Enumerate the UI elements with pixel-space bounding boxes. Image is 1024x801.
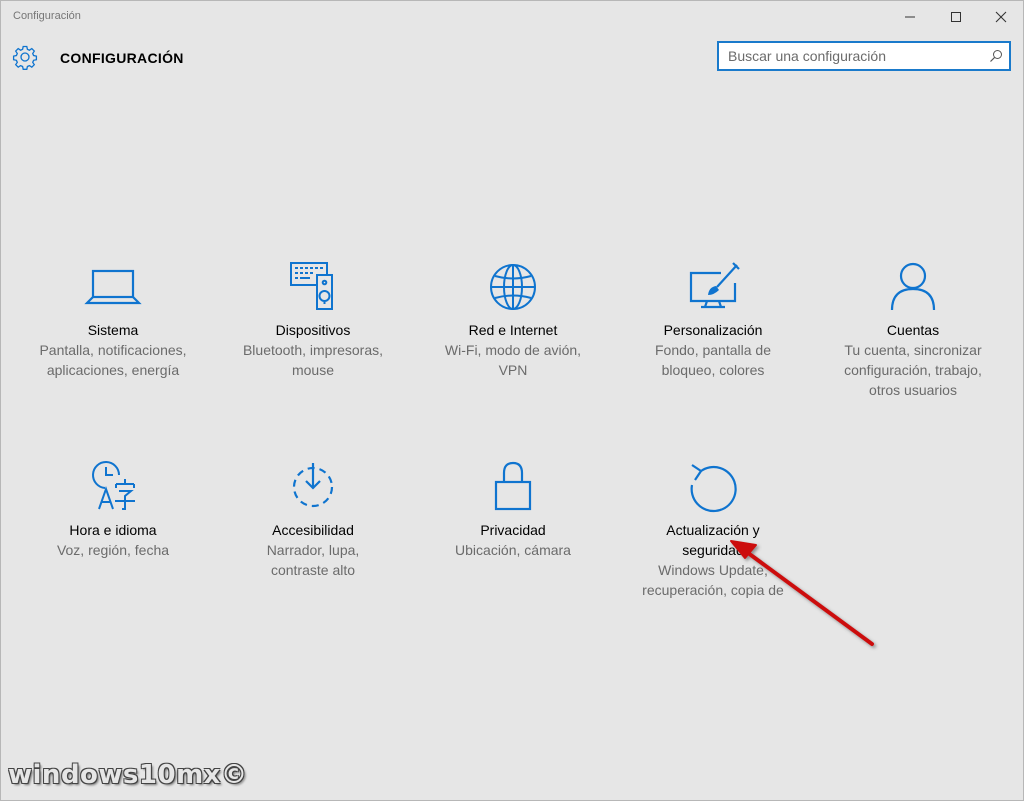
tile-desc-line: Fondo, pantalla de bbox=[655, 342, 771, 358]
tile-sistema[interactable]: Sistema Pantalla, notificaciones, aplica… bbox=[13, 257, 213, 380]
update-icon bbox=[690, 464, 737, 513]
tile-desc-line: Bluetooth, impresoras, bbox=[242, 342, 384, 358]
close-button[interactable] bbox=[978, 1, 1024, 33]
tile-name: Cuentas bbox=[886, 322, 940, 338]
tile-red-internet[interactable]: Red e Internet Wi-Fi, modo de avión, VPN bbox=[413, 257, 613, 380]
tile-privacidad[interactable]: Privacidad Ubicación, cámara bbox=[413, 457, 613, 560]
settings-window: Configuración CONFIGURACIÓN Buscar una c… bbox=[0, 0, 1024, 801]
tile-desc-line: contraste alto bbox=[270, 562, 356, 578]
tile-desc-line: Tu cuenta, sincronizar bbox=[844, 342, 982, 358]
minimize-icon bbox=[905, 16, 915, 18]
tile-hora-idioma[interactable]: Hora e idioma Voz, región, fecha bbox=[13, 457, 213, 560]
tile-desc-line: Windows Update, bbox=[658, 562, 768, 578]
tile-name: Red e Internet bbox=[468, 322, 558, 338]
title-bar[interactable]: Configuración bbox=[1, 1, 1023, 33]
tile-desc-line: Ubicación, cámara bbox=[455, 542, 571, 558]
lock-icon bbox=[494, 461, 532, 511]
tile-desc-line: otros usuarios bbox=[869, 382, 957, 398]
maximize-icon bbox=[951, 12, 961, 22]
gear-icon bbox=[12, 45, 38, 70]
laptop-icon bbox=[84, 269, 142, 305]
tile-name: Privacidad bbox=[480, 522, 546, 538]
person-icon bbox=[890, 262, 936, 311]
tile-desc-line: VPN bbox=[498, 362, 528, 378]
tile-name: Dispositivos bbox=[275, 322, 351, 338]
maximize-button[interactable] bbox=[933, 1, 979, 33]
devices-icon bbox=[290, 262, 333, 310]
tile-cuentas[interactable]: Cuentas Tu cuenta, sincronizar configura… bbox=[813, 257, 1013, 400]
tile-desc-line: aplicaciones, energía bbox=[46, 362, 180, 378]
tile-name-line: seguridad bbox=[682, 542, 744, 558]
watermark: windows10mx© bbox=[8, 760, 248, 790]
page-title: CONFIGURACIÓN bbox=[60, 50, 184, 66]
tile-desc-line: mouse bbox=[291, 362, 335, 378]
search-input[interactable] bbox=[728, 43, 978, 69]
tile-name: Hora e idioma bbox=[69, 522, 157, 538]
tile-desc-line: Narrador, lupa, bbox=[266, 542, 360, 558]
tile-dispositivos[interactable]: Dispositivos Bluetooth, impresoras, mous… bbox=[213, 257, 413, 380]
time-language-icon bbox=[92, 461, 135, 510]
close-icon bbox=[995, 11, 1007, 23]
settings-header: CONFIGURACIÓN bbox=[1, 33, 1023, 83]
tile-desc-line: Voz, región, fecha bbox=[56, 542, 170, 558]
search-box[interactable] bbox=[717, 41, 1011, 71]
tile-desc-line: Pantalla, notificaciones, bbox=[39, 342, 187, 358]
search-icon[interactable] bbox=[989, 49, 1003, 63]
minimize-button[interactable] bbox=[887, 1, 933, 33]
tile-desc-line: bloqueo, colores bbox=[661, 362, 765, 378]
tile-actualizacion-seguridad[interactable]: Actualización y seguridad Windows Update… bbox=[613, 457, 813, 600]
tile-desc-line: configuración, trabajo, bbox=[844, 362, 982, 378]
tile-accesibilidad[interactable]: Accesibilidad Narrador, lupa, contraste … bbox=[213, 457, 413, 580]
tile-name: Accesibilidad bbox=[272, 522, 354, 538]
globe-icon bbox=[490, 264, 536, 310]
tile-name: Sistema bbox=[87, 322, 139, 338]
tile-name-line: Actualización y bbox=[666, 522, 760, 538]
paint-icon bbox=[689, 262, 740, 309]
tile-desc-line: recuperación, copia de bbox=[642, 582, 784, 598]
tile-name: Personalización bbox=[663, 322, 763, 338]
tile-desc-line: Wi-Fi, modo de avión, bbox=[444, 342, 582, 358]
accessibility-icon bbox=[292, 463, 334, 508]
tile-personalizacion[interactable]: Personalización Fondo, pantalla de bloqu… bbox=[613, 257, 813, 380]
window-title: Configuración bbox=[13, 10, 81, 22]
